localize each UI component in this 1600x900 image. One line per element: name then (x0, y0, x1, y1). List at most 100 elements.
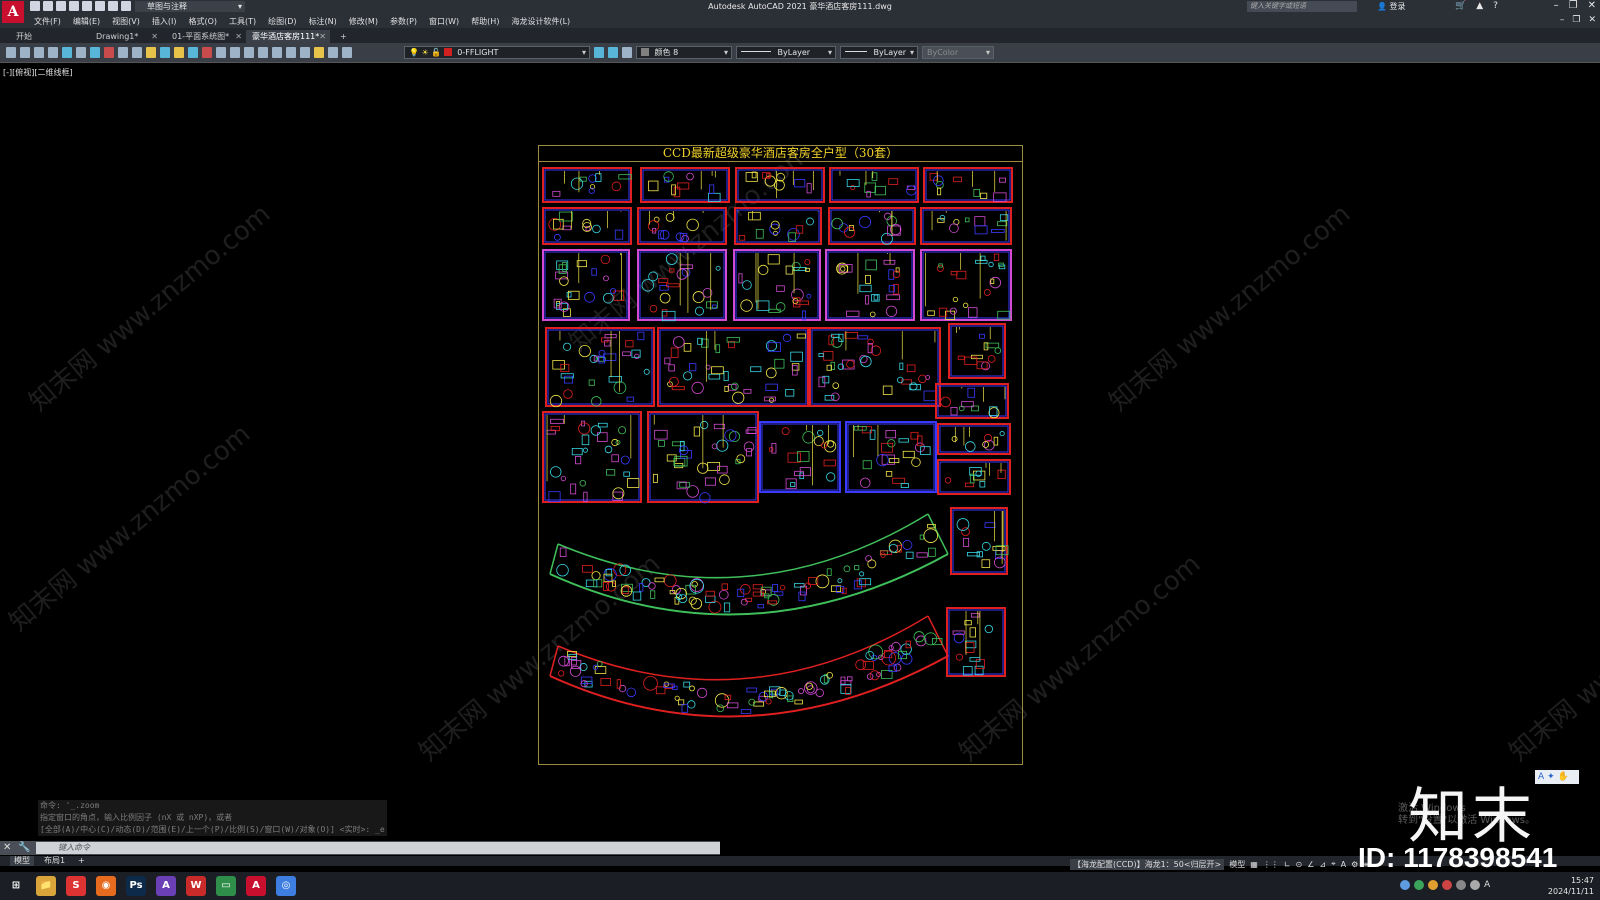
doc-close-icon[interactable]: ✕ (1588, 15, 1596, 25)
make-current-icon[interactable] (594, 47, 604, 58)
app-a-icon[interactable]: A (156, 876, 176, 896)
doc-minimize-icon[interactable]: – (1560, 15, 1565, 25)
preview-icon[interactable] (62, 47, 72, 58)
tool-palettes-icon[interactable] (202, 47, 212, 58)
wps-icon[interactable]: S (66, 876, 86, 896)
tab-close-icon[interactable]: ✕ (151, 30, 158, 43)
save-icon[interactable] (34, 47, 44, 58)
windows-start-icon[interactable]: ⊞ (6, 876, 26, 896)
layer-previous-icon[interactable] (608, 47, 618, 58)
menu-file[interactable]: 文件(F) (34, 16, 61, 27)
menu-hailong[interactable]: 海龙设计软件(L) (511, 16, 570, 27)
layer-properties-icon[interactable] (328, 47, 338, 58)
copy-icon[interactable] (118, 47, 128, 58)
firefox-icon[interactable]: ◉ (96, 876, 116, 896)
tab-hotel-rooms[interactable]: 豪华酒店客房111* ✕ (246, 30, 330, 43)
snap-icon[interactable]: ⋮⋮ (1263, 860, 1279, 869)
ime-hand-icon[interactable]: ✋ (1558, 772, 1569, 782)
layer-state-icon[interactable] (342, 47, 352, 58)
design-center-icon[interactable] (188, 47, 198, 58)
ime-mode-icon[interactable]: A (1538, 772, 1544, 782)
restore-icon[interactable]: ❐ (1569, 0, 1578, 11)
model-space-toggle[interactable]: 模型 (1229, 859, 1245, 870)
zoom-previous-icon[interactable] (286, 47, 296, 58)
new-icon[interactable] (6, 47, 16, 58)
minimize-icon[interactable]: – (1554, 0, 1559, 11)
menu-modify[interactable]: 修改(M) (349, 16, 378, 27)
tray-icon[interactable] (1400, 880, 1410, 890)
menu-parametric[interactable]: 参数(P) (390, 16, 417, 27)
3d-dwf-icon[interactable] (90, 47, 100, 58)
cart-icon[interactable]: 🛒 (1455, 1, 1466, 11)
undo-icon[interactable] (216, 47, 226, 58)
tray-icon[interactable] (1442, 880, 1452, 890)
file-explorer-icon[interactable]: 📁 (36, 876, 56, 896)
menu-dimension[interactable]: 标注(N) (309, 16, 337, 27)
ime-language[interactable]: A (1484, 880, 1490, 890)
ortho-icon[interactable]: ∟ (1284, 860, 1291, 869)
menu-window[interactable]: 窗口(W) (429, 16, 459, 27)
tab-layout1[interactable]: 布局1 (40, 856, 69, 866)
properties-icon[interactable] (300, 47, 310, 58)
help-icon[interactable]: ? (1493, 1, 1498, 11)
autocad-logo-icon[interactable]: A (2, 1, 24, 23)
clock[interactable]: 15:47 2024/11/11 (1548, 875, 1594, 897)
menu-tools[interactable]: 工具(T) (229, 16, 256, 27)
close-icon[interactable]: ✕ (1588, 0, 1596, 11)
menu-edit[interactable]: 编辑(E) (73, 16, 100, 27)
wechat-icon[interactable] (1414, 880, 1424, 890)
tab-drawing1[interactable]: Drawing1* ✕ (90, 30, 162, 43)
autodesk-app-icon[interactable]: ▲ (1476, 1, 1483, 11)
measure-icon[interactable] (314, 47, 324, 58)
zoom-window-icon[interactable] (272, 47, 282, 58)
signin-button[interactable]: 👤 登录 (1377, 1, 1406, 12)
annotation-scale[interactable]: 【海龙配置(CCD)】海龙1：50<归层开> (1070, 858, 1225, 870)
add-layout-button[interactable]: + (74, 856, 89, 866)
autocad-taskbar-icon[interactable]: A (246, 876, 266, 896)
osnap-icon[interactable]: ⊿ (1319, 860, 1326, 869)
ime-star-icon[interactable]: ✦ (1547, 772, 1555, 782)
network-icon[interactable] (1456, 880, 1466, 890)
tab-floor-plan[interactable]: 01-平面系统图* ✕ (166, 30, 246, 43)
publish-icon[interactable] (76, 47, 86, 58)
block-editor-icon[interactable] (160, 47, 170, 58)
isodraft-icon[interactable]: ∠ (1307, 860, 1314, 869)
viewport-controls[interactable]: [-][俯视][二维线框] (3, 67, 73, 78)
tab-close-icon[interactable]: ✕ (319, 30, 326, 43)
menu-insert[interactable]: 插入(I) (152, 16, 177, 27)
layer-match-icon[interactable] (622, 47, 632, 58)
menu-help[interactable]: 帮助(H) (471, 16, 499, 27)
redo-icon[interactable] (230, 47, 240, 58)
match-properties-icon[interactable] (146, 47, 156, 58)
open-icon[interactable] (20, 47, 30, 58)
lineweight-dropdown[interactable]: ByLayer (840, 46, 918, 59)
tray-icon[interactable] (1428, 880, 1438, 890)
polar-icon[interactable]: ⊙ (1296, 860, 1303, 869)
new-tab-button[interactable]: + (334, 30, 350, 43)
text-icon[interactable] (174, 47, 184, 58)
color-dropdown[interactable]: 颜色 8 (636, 46, 732, 59)
print-icon[interactable] (48, 47, 58, 58)
plotstyle-dropdown[interactable]: ByColor (922, 46, 994, 59)
tab-start[interactable]: 开始 (10, 30, 80, 43)
menu-format[interactable]: 格式(O) (188, 16, 217, 27)
close-icon[interactable]: ✕ (3, 842, 11, 853)
tab-model[interactable]: 模型 (10, 856, 34, 866)
floor-plans-canvas[interactable] (538, 162, 1023, 765)
photoshop-icon[interactable]: Ps (126, 876, 146, 896)
terminal-icon[interactable]: ▭ (216, 876, 236, 896)
wrench-icon[interactable]: 🔧 (18, 842, 30, 853)
chrome-icon[interactable]: ◎ (276, 876, 296, 896)
volume-icon[interactable] (1470, 880, 1480, 890)
cut-icon[interactable] (104, 47, 114, 58)
object-track-icon[interactable]: ⌖ (1331, 859, 1336, 869)
tab-close-icon[interactable]: ✕ (235, 30, 242, 43)
menu-view[interactable]: 视图(V) (112, 16, 140, 27)
pan-icon[interactable] (244, 47, 254, 58)
grid-icon[interactable]: ▦ (1250, 860, 1258, 869)
layer-dropdown[interactable]: 💡 ☀ 🔓 0-FFLIGHT (404, 46, 590, 59)
zoom-realtime-icon[interactable] (258, 47, 268, 58)
doc-restore-icon[interactable]: ❐ (1572, 15, 1580, 25)
linetype-dropdown[interactable]: ByLayer (736, 46, 836, 59)
annotation-visibility-icon[interactable]: A (1341, 860, 1346, 869)
